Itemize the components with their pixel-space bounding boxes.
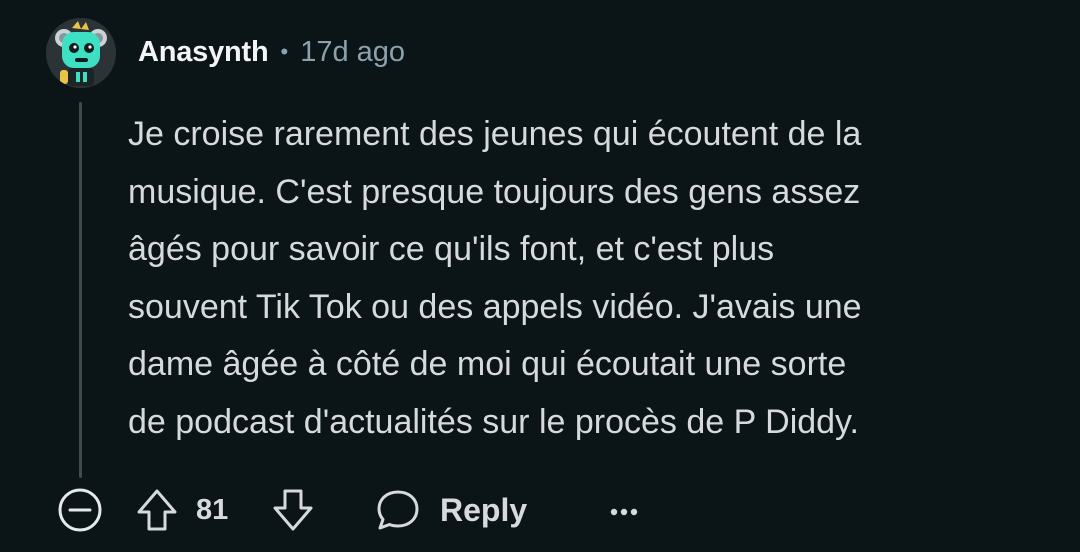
vote-score: 81	[196, 493, 229, 526]
comment-actions: 81 Reply	[0, 480, 1080, 536]
more-options-button[interactable]	[600, 486, 648, 534]
downvote-arrow-icon	[273, 489, 313, 531]
comment: Anasynth • 17d ago Je croise rarement de…	[0, 0, 1080, 552]
downvote-button[interactable]	[270, 486, 316, 534]
comment-text-line: âgés pour savoir ce qu'ils font, et c'es…	[128, 230, 775, 268]
meta-separator: •	[280, 39, 289, 64]
comment-text-line: musique. C'est presque toujours des gens…	[128, 172, 861, 211]
robot-avatar-icon	[46, 18, 116, 88]
user-avatar[interactable]	[46, 18, 116, 88]
reply-label: Reply	[440, 491, 528, 528]
comment-text-line: souvent Tik Tok ou des appels vidéo. J'a…	[128, 287, 862, 326]
comment-body: Je croise rarement des jeunes qui écoute…	[128, 106, 1028, 451]
comment-text-line: Je croise rarement des jeunes qui écoute…	[128, 115, 862, 153]
comment-text-line: dame âgée à côté de moi qui écoutait une…	[128, 345, 847, 383]
comment-header: Anasynth • 17d ago	[138, 32, 405, 72]
timestamp[interactable]: 17d ago	[300, 36, 405, 69]
collapse-minus-icon	[58, 488, 102, 532]
speech-bubble-icon	[377, 490, 419, 530]
collapse-button[interactable]	[56, 486, 104, 534]
username[interactable]: Anasynth	[138, 36, 269, 69]
thread-line[interactable]	[79, 102, 82, 478]
comment-text-line: de podcast d'actualités sur le procès de…	[128, 402, 859, 441]
more-options-icon	[610, 508, 638, 516]
upvote-button[interactable]	[134, 486, 180, 534]
upvote-arrow-icon	[137, 489, 177, 531]
reply-button[interactable]: Reply	[376, 484, 527, 536]
